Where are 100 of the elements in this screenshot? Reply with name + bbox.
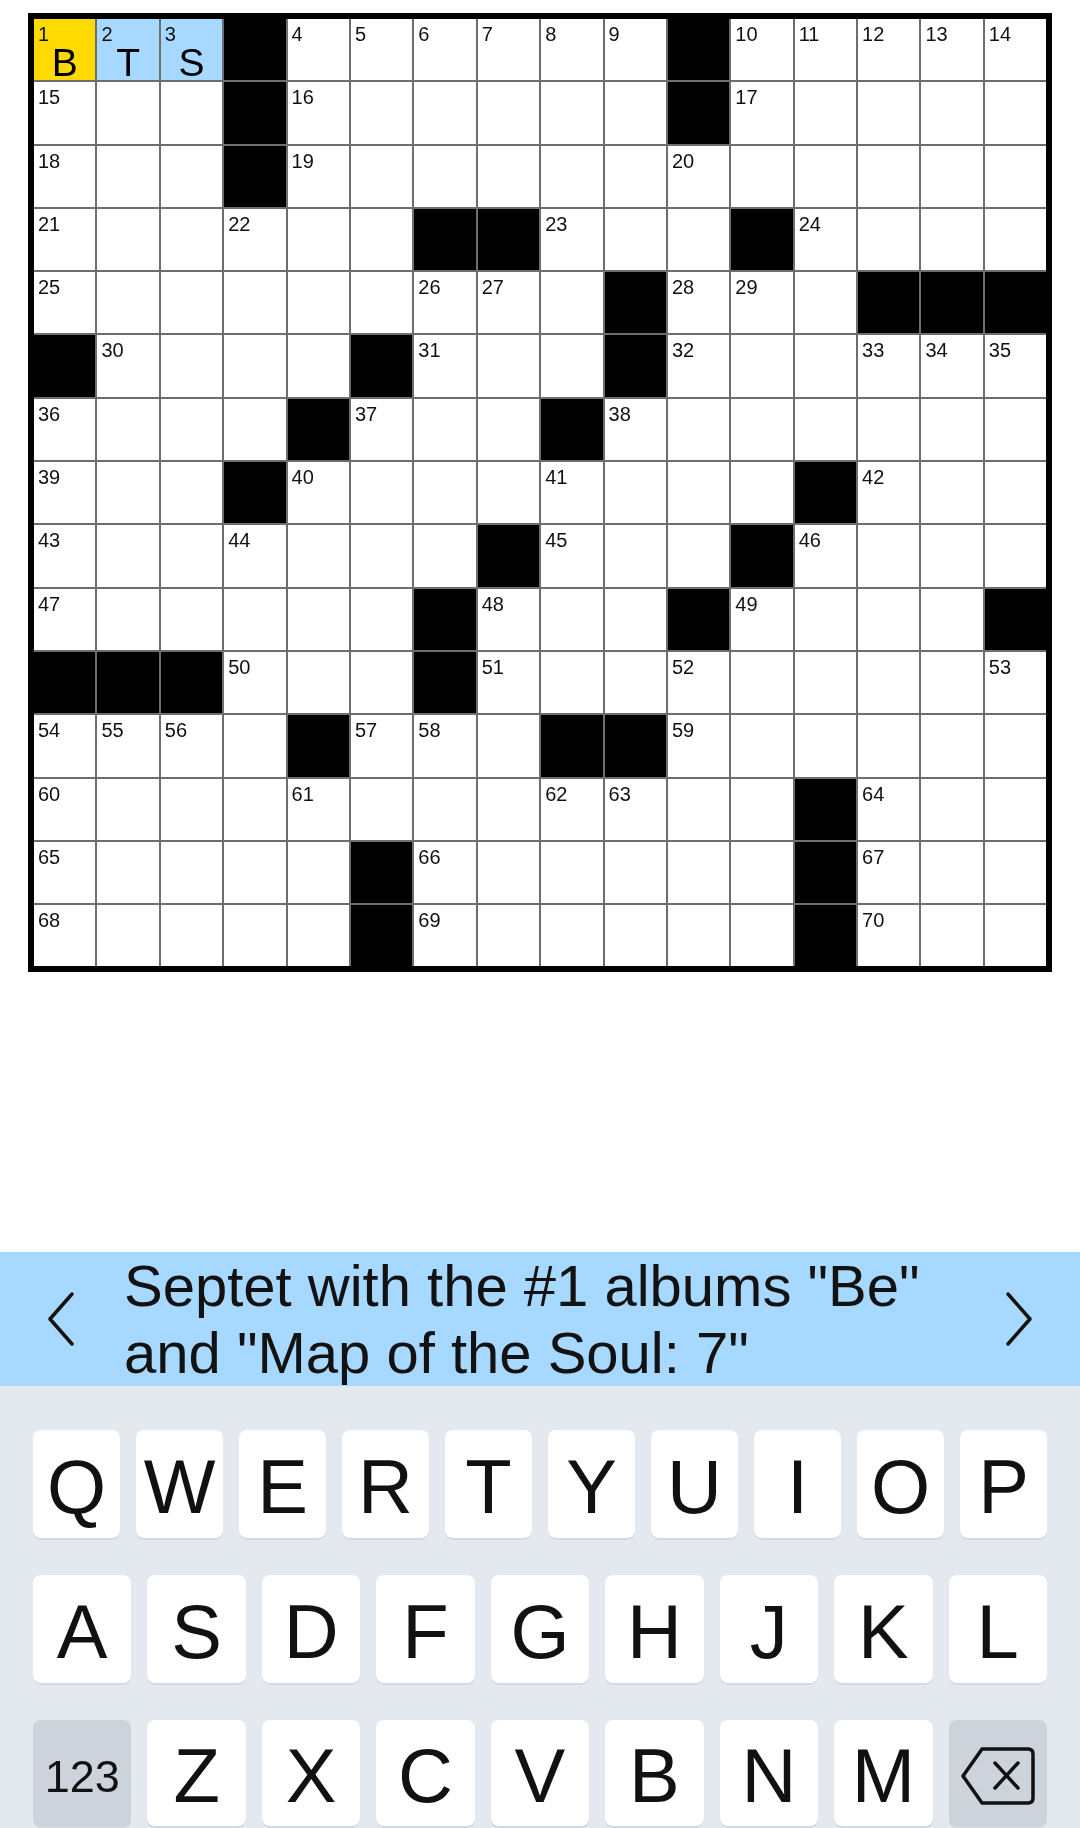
grid-square[interactable]: 69 <box>414 905 476 967</box>
chevron-right-icon[interactable] <box>1005 1292 1033 1346</box>
letter-key[interactable]: L <box>948 1575 1047 1685</box>
grid-square[interactable]: 9 <box>604 19 666 81</box>
grid-square[interactable]: 65 <box>34 841 96 904</box>
grid-square[interactable]: 19 <box>287 145 349 207</box>
grid-square[interactable]: 64 <box>858 778 920 840</box>
grid-square[interactable]: 32 <box>667 335 730 397</box>
grid-square[interactable]: 14 <box>984 19 1047 81</box>
grid-square[interactable]: 21 <box>34 208 96 271</box>
grid-square[interactable]: 67 <box>858 841 920 904</box>
grid-square[interactable]: 5 <box>350 19 413 81</box>
letter-key[interactable]: K <box>834 1575 933 1685</box>
grid-square[interactable]: 61 <box>287 778 349 840</box>
grid-square[interactable]: 47 <box>34 588 96 650</box>
grid-square[interactable]: 12 <box>858 19 920 81</box>
letter-key[interactable]: B <box>605 1720 704 1828</box>
grid-square[interactable]: 4 <box>287 19 349 81</box>
grid-square[interactable]: 43 <box>34 525 96 587</box>
letter-key[interactable]: V <box>490 1720 590 1828</box>
grid-square[interactable]: 1 B <box>34 19 96 81</box>
grid-square[interactable]: 57 <box>350 715 413 777</box>
letter-key[interactable]: J <box>719 1575 819 1685</box>
grid-square[interactable]: 17 <box>731 82 793 144</box>
grid-square[interactable]: 58 <box>414 715 476 777</box>
grid-square[interactable]: 16 <box>287 82 349 144</box>
grid-square[interactable]: 13 <box>921 19 983 81</box>
grid-square[interactable]: 6 <box>414 19 476 81</box>
letter-key[interactable]: M <box>834 1720 933 1828</box>
grid-square[interactable]: 51 <box>477 651 540 714</box>
letter-key[interactable]: U <box>651 1430 738 1540</box>
grid-square[interactable]: 52 <box>667 651 730 714</box>
letter-key[interactable]: N <box>719 1720 819 1828</box>
grid-square[interactable]: 56 <box>160 715 223 777</box>
grid-square[interactable]: 53 <box>984 651 1047 714</box>
letter-key[interactable]: X <box>261 1720 361 1828</box>
letter-key[interactable]: P <box>960 1430 1047 1540</box>
grid-square[interactable] <box>984 905 1047 967</box>
letter-key[interactable]: G <box>490 1575 590 1685</box>
grid-square[interactable]: 62 <box>541 778 603 840</box>
letter-key[interactable]: T <box>445 1430 532 1540</box>
grid-square[interactable]: 8 <box>541 19 603 81</box>
grid-square[interactable]: 45 <box>541 525 603 587</box>
letter-key[interactable]: W <box>136 1430 223 1540</box>
grid-square[interactable]: 3 S <box>160 19 223 81</box>
grid-square[interactable]: 26 <box>414 272 476 334</box>
letter-key[interactable]: R <box>342 1430 429 1540</box>
grid-square[interactable]: 24 <box>794 208 857 271</box>
grid-square[interactable]: 38 <box>604 398 666 461</box>
letter-key[interactable]: E <box>239 1430 326 1540</box>
grid-square[interactable]: 49 <box>731 588 793 650</box>
grid-square[interactable]: 10 <box>731 19 793 81</box>
grid-square[interactable]: 18 <box>34 145 96 207</box>
grid-square[interactable]: 30 <box>97 335 159 397</box>
grid-square[interactable]: 25 <box>34 272 96 334</box>
grid-square[interactable]: 48 <box>477 588 540 650</box>
numbers-key[interactable]: 123 <box>33 1720 132 1828</box>
grid-square[interactable]: 23 <box>541 208 603 271</box>
letter-key[interactable]: H <box>605 1575 704 1685</box>
letter-key[interactable]: I <box>754 1430 841 1540</box>
grid-square[interactable]: 68 <box>34 905 96 967</box>
grid-square[interactable]: 11 <box>794 19 857 81</box>
grid-square[interactable]: 50 <box>224 651 286 714</box>
letter-key[interactable]: Q <box>33 1430 120 1540</box>
grid-square[interactable]: 36 <box>34 398 96 461</box>
grid-square[interactable]: 55 <box>97 715 159 777</box>
grid-square[interactable]: 54 <box>34 715 96 777</box>
grid-square[interactable]: 59 <box>667 715 730 777</box>
grid-square[interactable]: 41 <box>541 462 603 524</box>
grid-square[interactable]: 20 <box>667 145 730 207</box>
letter-key[interactable]: F <box>376 1575 475 1685</box>
grid-square[interactable]: 2 T <box>97 19 159 81</box>
grid-square[interactable]: 66 <box>414 841 476 904</box>
grid-square[interactable]: 42 <box>858 462 920 524</box>
grid-square[interactable]: 70 <box>858 905 920 967</box>
grid-square[interactable]: 63 <box>604 778 666 840</box>
grid-square[interactable]: 15 <box>34 82 96 144</box>
grid-square[interactable]: 46 <box>794 525 857 587</box>
letter-key[interactable]: Z <box>147 1720 246 1828</box>
backspace-key[interactable] <box>948 1720 1047 1828</box>
grid-square[interactable]: 31 <box>414 335 476 397</box>
grid-square[interactable]: 33 <box>858 335 920 397</box>
letter-key[interactable]: O <box>857 1430 944 1540</box>
grid-square[interactable]: 34 <box>921 335 983 397</box>
grid-square[interactable]: 7 <box>477 19 540 81</box>
grid-square[interactable]: 28 <box>667 272 730 334</box>
grid-square[interactable]: 39 <box>34 462 96 524</box>
grid-square[interactable]: 35 <box>984 335 1047 397</box>
letter-key[interactable]: Y <box>548 1430 635 1540</box>
grid-square[interactable]: 60 <box>34 778 96 840</box>
grid-square[interactable]: 44 <box>224 525 286 587</box>
grid-square[interactable]: 27 <box>477 272 540 334</box>
grid-square[interactable]: 29 <box>731 272 793 334</box>
letter-key[interactable]: A <box>33 1575 132 1685</box>
chevron-left-icon[interactable] <box>47 1292 75 1346</box>
letter-key[interactable]: C <box>376 1720 475 1828</box>
grid-square[interactable]: 37 <box>350 398 413 461</box>
letter-key[interactable]: D <box>261 1575 361 1685</box>
letter-key[interactable]: S <box>147 1575 246 1685</box>
grid-square[interactable]: 22 <box>224 208 286 271</box>
